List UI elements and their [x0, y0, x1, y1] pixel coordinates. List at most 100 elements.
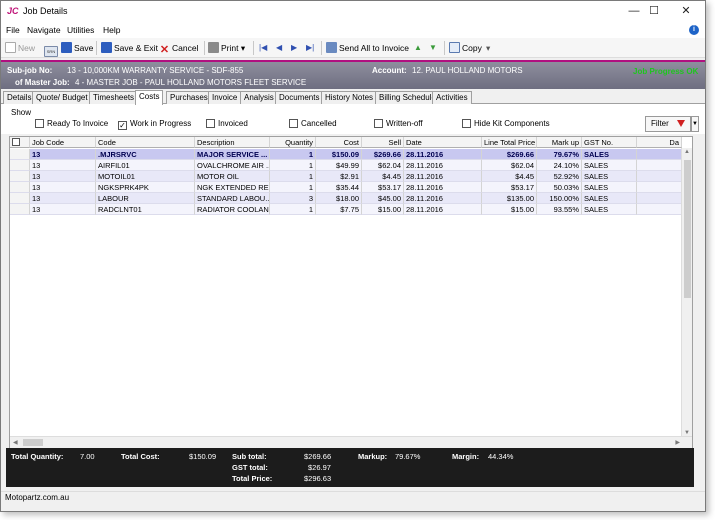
tab-strip: Details Quote/ Budget Timesheets Costs P…	[1, 90, 705, 105]
row-indicator	[10, 171, 30, 182]
subjob-value: 13 - 10,000KM WARRANTY SERVICE - SDF-855	[67, 66, 244, 75]
tab-quote-budget[interactable]: Quote/ Budget	[32, 91, 92, 104]
send-invoice-icon	[326, 42, 337, 53]
menu-utilities[interactable]: Utilities	[67, 25, 94, 35]
tab-details[interactable]: Details	[3, 91, 36, 104]
srn-button[interactable]: SRN	[44, 41, 60, 57]
col-date[interactable]: Date	[404, 137, 482, 148]
move-down-icon[interactable]: ▼	[429, 43, 437, 52]
cell-job-code: 13	[30, 204, 96, 215]
job-header: Sub-job No: 13 - 10,000KM WARRANTY SERVI…	[1, 60, 705, 89]
tab-invoice[interactable]: Invoice	[208, 91, 242, 104]
total-cost-label: Total Cost:	[121, 452, 160, 461]
cancel-button[interactable]: ✕ Cancel	[159, 41, 199, 56]
account-value: 12. PAUL HOLLAND MOTORS	[412, 66, 523, 75]
cell-code: RADCLNT01	[96, 204, 195, 215]
filter-dropdown[interactable]: ▼	[691, 116, 699, 132]
status-text: Motopartz.com.au	[5, 493, 70, 502]
col-cost[interactable]: Cost	[316, 137, 362, 148]
cancelled-checkbox[interactable]: Cancelled	[289, 119, 337, 128]
cell-code: AIRFIL01	[96, 160, 195, 171]
vertical-scrollbar[interactable]: ▲ ▼	[681, 148, 692, 437]
cell-code: .MJRSRVC	[96, 149, 195, 160]
invoiced-checkbox[interactable]: Invoiced	[206, 119, 248, 128]
maximize-button[interactable]: ☐	[637, 1, 671, 22]
scroll-up-icon[interactable]: ▲	[684, 149, 690, 155]
written-off-checkbox[interactable]: Written-off	[374, 119, 423, 128]
col-line-total-price[interactable]: Line Total Price	[482, 137, 537, 148]
scroll-left-icon[interactable]: ◀	[13, 439, 18, 446]
save-button[interactable]: Save	[61, 41, 93, 55]
cell-gst-no: SALES	[582, 149, 637, 160]
cell-description: MOTOR OIL	[195, 171, 270, 182]
cell-code: NGKSPRK4PK	[96, 182, 195, 193]
select-all-checkbox[interactable]	[10, 137, 30, 148]
cell-sell: $4.45	[362, 171, 404, 182]
vertical-scroll-thumb[interactable]	[684, 160, 691, 298]
copy-button[interactable]: Copy	[449, 41, 482, 55]
table-row[interactable]: 13 MOTOIL01 MOTOR OIL 1 $2.91 $4.45 28.1…	[10, 171, 682, 182]
tab-activities[interactable]: Activities	[432, 91, 472, 104]
col-description[interactable]: Description	[195, 137, 270, 148]
col-da[interactable]: Da	[637, 137, 682, 148]
cell-line-total: $135.00	[482, 193, 537, 204]
menu-navigate[interactable]: Navigate	[27, 25, 61, 35]
col-sell[interactable]: Sell	[362, 137, 404, 148]
copy-dropdown-icon[interactable]: ▾	[486, 41, 490, 55]
master-job-value: 4 - MASTER JOB - PAUL HOLLAND MOTORS FLE…	[75, 78, 307, 87]
tab-costs[interactable]: Costs	[135, 90, 164, 105]
menu-help[interactable]: Help	[103, 25, 120, 35]
tab-history-notes[interactable]: History Notes	[321, 91, 378, 104]
new-button[interactable]: New	[5, 41, 35, 55]
print-button[interactable]: Print ▾	[208, 41, 245, 55]
next-record-icon[interactable]: ▶	[291, 43, 297, 52]
work-in-progress-checkbox[interactable]: ✓ Work in Progress	[118, 119, 191, 130]
previous-record-icon[interactable]: ◀	[276, 43, 282, 52]
col-quantity[interactable]: Quantity	[270, 137, 316, 148]
cell-mark-up: 50.03%	[537, 182, 582, 193]
horizontal-scroll-thumb[interactable]	[23, 439, 43, 446]
tab-timesheets[interactable]: Timesheets	[89, 91, 139, 104]
table-row[interactable]: 13 LABOUR STANDARD LABOU... 3 $18.00 $45…	[10, 193, 682, 204]
col-mark-up[interactable]: Mark up	[537, 137, 582, 148]
tab-documents[interactable]: Documents	[275, 91, 324, 104]
printer-icon	[208, 42, 219, 53]
tab-purchases[interactable]: Purchases	[166, 91, 212, 104]
cell-date: 28.11.2016	[404, 149, 482, 160]
info-icon[interactable]: i	[689, 25, 699, 35]
subtotal-label: Sub total:	[232, 452, 267, 461]
save-exit-button[interactable]: Save & Exit	[101, 41, 158, 55]
last-record-icon[interactable]: ▶|	[306, 43, 314, 52]
filter-button[interactable]: Filter	[645, 116, 691, 132]
col-gst-no[interactable]: GST No.	[582, 137, 637, 148]
cell-quantity: 1	[270, 171, 316, 182]
table-row[interactable]: 13 NGKSPRK4PK NGK EXTENDED RE... 1 $35.4…	[10, 182, 682, 193]
ready-to-invoice-checkbox[interactable]: Ready To Invoice	[35, 119, 108, 128]
cell-description: RADIATOR COOLANT	[195, 204, 270, 215]
cell-da	[637, 193, 682, 204]
cell-date: 28.11.2016	[404, 182, 482, 193]
move-up-icon[interactable]: ▲	[414, 43, 422, 52]
cell-mark-up: 93.55%	[537, 204, 582, 215]
horizontal-scrollbar[interactable]: ◀ ▶	[10, 436, 692, 448]
close-button[interactable]: ✕	[669, 1, 703, 22]
table-row[interactable]: 13 AIRFIL01 OVALCHROME AIR ... 1 $49.99 …	[10, 160, 682, 171]
menu-file[interactable]: File	[6, 25, 20, 35]
send-all-to-invoice-button[interactable]: Send All to Invoice	[326, 41, 409, 55]
table-row[interactable]: 13 RADCLNT01 RADIATOR COOLANT 1 $7.75 $1…	[10, 204, 682, 215]
tab-billing-schedule[interactable]: Billing Schedule	[375, 91, 440, 104]
total-quantity-label: Total Quantity:	[11, 452, 64, 461]
hide-kit-components-checkbox[interactable]: Hide Kit Components	[462, 119, 550, 128]
cell-job-code: 13	[30, 193, 96, 204]
tab-analysis[interactable]: Analysis	[240, 91, 278, 104]
cell-description: NGK EXTENDED RE...	[195, 182, 270, 193]
cell-code: MOTOIL01	[96, 171, 195, 182]
menu-bar: File Navigate Utilities Help i	[1, 22, 705, 38]
margin-value: 44.34%	[488, 452, 514, 461]
col-job-code[interactable]: Job Code	[30, 137, 96, 148]
scroll-right-icon[interactable]: ▶	[675, 439, 680, 446]
col-code[interactable]: Code	[96, 137, 195, 148]
toolbar: New SRN Save Save & Exit ✕ Cancel Print ▾…	[1, 38, 705, 58]
table-row[interactable]: 13 .MJRSRVC MAJOR SERVICE ... 1 $150.09 …	[10, 149, 682, 160]
first-record-icon[interactable]: |◀	[259, 43, 267, 52]
